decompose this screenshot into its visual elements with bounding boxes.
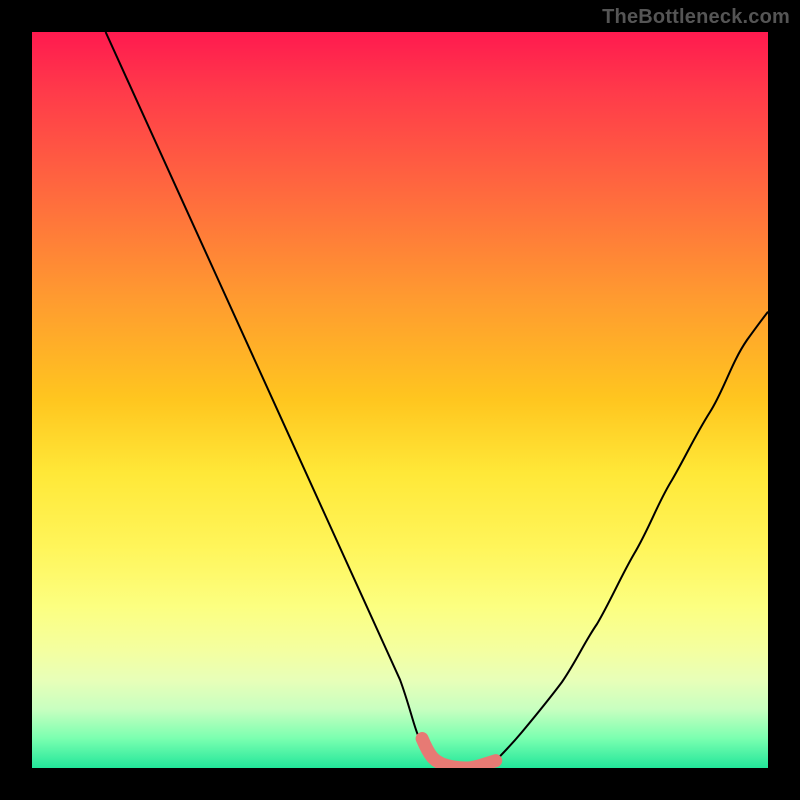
optimal-band-highlight bbox=[422, 739, 496, 768]
chart-frame: TheBottleneck.com bbox=[0, 0, 800, 800]
plot-area bbox=[32, 32, 768, 768]
watermark-text: TheBottleneck.com bbox=[602, 6, 790, 29]
bottleneck-curve-path bbox=[106, 32, 768, 768]
curve-svg bbox=[32, 32, 768, 768]
